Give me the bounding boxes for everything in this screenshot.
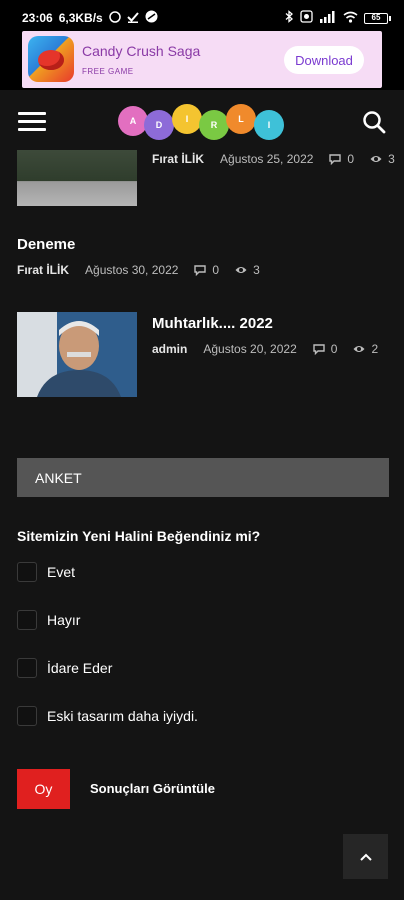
ad-banner[interactable]: Candy Crush Saga FREE GAME Download <box>22 31 382 88</box>
post-views: 3 <box>253 263 260 277</box>
search-icon[interactable] <box>362 110 386 134</box>
alarm-icon <box>300 10 313 26</box>
poll-checkbox[interactable] <box>17 610 37 630</box>
vote-button[interactable]: Oy <box>17 769 70 809</box>
candy-game-icon[interactable] <box>28 36 74 82</box>
poll-checkbox[interactable] <box>17 706 37 726</box>
poll-option-label: Evet <box>47 564 76 580</box>
ad-download-button[interactable]: Download <box>284 46 364 74</box>
post-meta: Fırat İLİK Ağustos 30, 2022 0 3 <box>17 263 260 277</box>
poll-option-label: Hayır <box>47 612 81 628</box>
view-results-link[interactable]: Sonuçları Görüntüle <box>90 781 215 796</box>
person-photo <box>17 312 137 397</box>
ad-title[interactable]: Candy Crush Saga <box>82 43 200 59</box>
logo-letter: D <box>144 110 174 140</box>
post-comments: 0 <box>347 152 355 166</box>
poll-checkbox[interactable] <box>17 562 37 582</box>
logo-letter: L <box>226 104 256 134</box>
comment-icon <box>329 154 342 165</box>
post-author[interactable]: Fırat İLİK <box>17 263 69 277</box>
post-author[interactable]: Fırat İLİK <box>152 152 204 166</box>
post-date: Ağustos 20, 2022 <box>203 342 297 356</box>
status-time: 23:06 <box>22 11 53 25</box>
post-date: Ağustos 25, 2022 <box>220 152 314 166</box>
site-logo[interactable]: A D I R L I <box>118 100 288 142</box>
post-comments: 0 <box>212 263 220 277</box>
poll-option-evet[interactable]: Evet <box>17 562 75 582</box>
comment-icon <box>194 265 207 276</box>
menu-icon[interactable] <box>18 112 46 132</box>
post-title[interactable]: Deneme <box>17 236 75 253</box>
comment-icon <box>313 344 325 355</box>
post-thumbnail[interactable] <box>17 150 137 206</box>
chevron-up-icon <box>359 853 372 861</box>
notification-icon <box>108 10 121 26</box>
battery-icon: 65 <box>364 12 391 24</box>
ad-banner-bar: Candy Crush Saga FREE GAME Download <box>0 30 404 90</box>
post-date: Ağustos 30, 2022 <box>85 263 179 277</box>
views-eye-icon <box>370 156 382 162</box>
poll-option-eski-tasarim[interactable]: Eski tasarım daha iyiydi. <box>17 706 198 726</box>
status-network-speed: 6,3KB/s <box>58 11 103 25</box>
views-eye-icon <box>353 346 365 352</box>
post-author[interactable]: admin <box>152 342 187 356</box>
signal-icon <box>319 10 337 26</box>
views-eye-icon <box>235 267 247 273</box>
scroll-to-top-button[interactable] <box>343 834 388 879</box>
bluetooth-icon <box>284 10 294 26</box>
poll-option-label: Eski tasarım daha iyiydi. <box>47 708 198 724</box>
post-meta: Fırat İLİK Ağustos 25, 2022 0 3 <box>152 152 395 166</box>
poll-heading: ANKET <box>17 458 389 497</box>
logo-letter: R <box>199 110 229 140</box>
post-views: 2 <box>371 342 379 356</box>
post-comments: 0 <box>330 342 338 356</box>
poll-option-idare-eder[interactable]: İdare Eder <box>17 658 112 678</box>
post-views: 3 <box>388 152 395 166</box>
site-header: A D I R L I <box>0 90 404 150</box>
post-title[interactable]: Muhtarlık.... 2022 <box>152 315 273 332</box>
logo-letter: I <box>254 110 284 140</box>
post-thumbnail[interactable] <box>17 312 137 397</box>
logo-letter: I <box>172 104 202 134</box>
ad-subtitle: FREE GAME <box>82 67 134 76</box>
poll-question: Sitemizin Yeni Halini Beğendiniz mi? <box>17 528 261 544</box>
wifi-icon <box>343 11 358 26</box>
download-check-icon <box>127 11 139 26</box>
post-meta: admin Ağustos 20, 2022 0 2 <box>152 342 378 356</box>
poll-option-label: İdare Eder <box>47 660 113 676</box>
app-notification-icon <box>145 10 158 26</box>
poll-checkbox[interactable] <box>17 658 37 678</box>
poll-option-hayir[interactable]: Hayır <box>17 610 80 630</box>
